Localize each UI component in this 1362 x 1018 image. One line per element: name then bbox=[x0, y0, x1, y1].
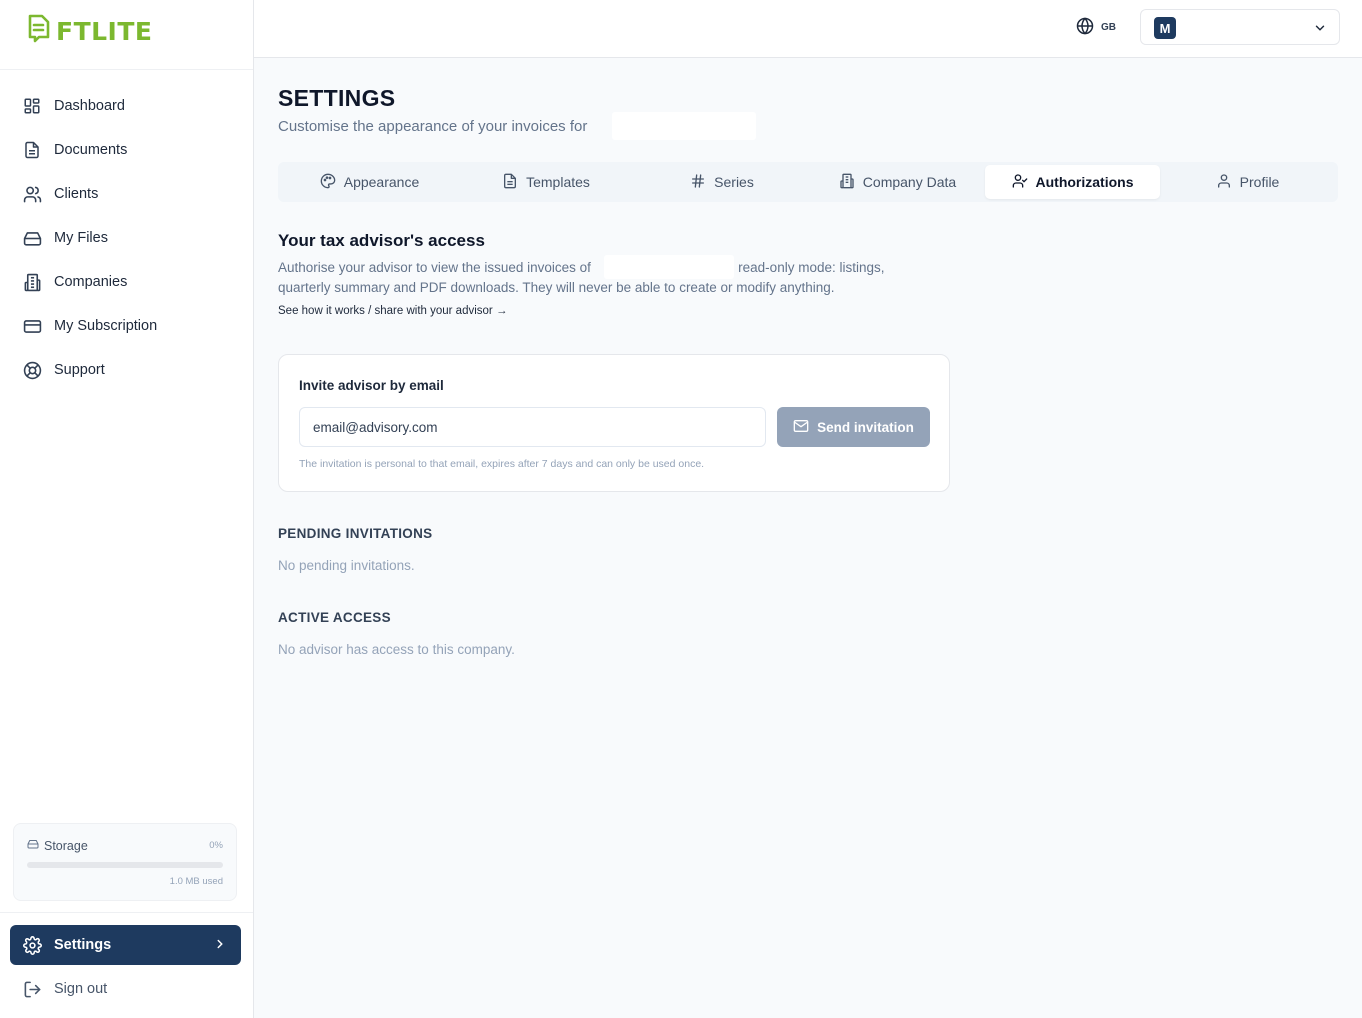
invite-help-text: The invitation is personal to that email… bbox=[299, 458, 705, 470]
hash-icon bbox=[690, 173, 706, 192]
sidebar-item-label: Companies bbox=[54, 274, 128, 290]
how-it-works-link[interactable]: See how it works / share with your advis… bbox=[278, 305, 507, 317]
description-part: Authorise your advisor to view the issue… bbox=[278, 260, 591, 275]
document-icon bbox=[22, 140, 42, 160]
tab-label: Templates bbox=[526, 174, 590, 190]
mail-icon bbox=[793, 418, 809, 437]
send-invitation-button[interactable]: Send invitation bbox=[777, 407, 930, 447]
tab-label: Authorizations bbox=[1035, 174, 1134, 190]
sidebar-item-my-subscription[interactable]: My Subscription bbox=[10, 304, 242, 348]
dashboard-grid-icon bbox=[22, 96, 42, 116]
sidebar-item-label: Clients bbox=[54, 186, 99, 202]
sidebar-item-documents[interactable]: Documents bbox=[10, 128, 242, 172]
drive-icon bbox=[22, 228, 42, 248]
sidebar-item-clients[interactable]: Clients bbox=[10, 172, 242, 216]
tab-label: Appearance bbox=[343, 174, 420, 190]
drive-icon bbox=[27, 838, 39, 853]
gear-icon bbox=[22, 935, 42, 955]
logo[interactable]: FTLITE bbox=[26, 14, 153, 48]
page-title: SETTINGS bbox=[278, 85, 396, 111]
send-invitation-label: Send invitation bbox=[817, 419, 914, 435]
invite-card: Invite advisor by email Send invitation … bbox=[278, 354, 950, 492]
tab-appearance[interactable]: Appearance bbox=[281, 165, 458, 199]
sidebar-item-label: My Subscription bbox=[54, 318, 158, 334]
divider bbox=[0, 912, 253, 913]
chevron-right-icon bbox=[213, 937, 227, 955]
invite-label: Invite advisor by email bbox=[299, 378, 444, 393]
active-access-empty: No advisor has access to this company. bbox=[278, 642, 515, 657]
description-part: in read-only mode: listings, bbox=[723, 260, 885, 275]
section-description-line1: Authorise your advisor to view the issue… bbox=[278, 260, 884, 275]
language-code: GB bbox=[1101, 22, 1116, 33]
storage-label: Storage bbox=[44, 838, 88, 853]
redacted-company-name bbox=[604, 255, 734, 279]
storage-used: 1.0 MB used bbox=[169, 876, 223, 887]
top-bar: GB M bbox=[254, 0, 1362, 58]
chevron-down-icon bbox=[1313, 21, 1327, 40]
sidebar-item-label: Support bbox=[54, 362, 105, 378]
sign-out-button[interactable]: Sign out bbox=[10, 969, 241, 1009]
tab-series[interactable]: Series bbox=[634, 165, 810, 199]
section-title: Your tax advisor's access bbox=[278, 231, 485, 250]
tab-authorizations[interactable]: Authorizations bbox=[985, 165, 1160, 199]
sidebar-item-label: Dashboard bbox=[54, 98, 125, 114]
settings-label: Settings bbox=[54, 937, 112, 953]
tab-label: Profile bbox=[1239, 174, 1280, 190]
section-description-line2: quarterly summary and PDF downloads. The… bbox=[278, 280, 835, 295]
storage-progress-bar bbox=[27, 862, 223, 868]
building-icon bbox=[839, 173, 855, 192]
storage-widget: Storage 0% 1.0 MB used bbox=[13, 823, 237, 901]
credit-card-icon bbox=[22, 316, 42, 336]
tab-templates[interactable]: Templates bbox=[458, 165, 634, 199]
user-check-icon bbox=[1012, 173, 1028, 192]
globe-icon bbox=[1076, 17, 1094, 38]
advisor-email-input[interactable] bbox=[299, 407, 766, 447]
sidebar-item-companies[interactable]: Companies bbox=[10, 260, 242, 304]
file-text-icon bbox=[502, 173, 518, 192]
storage-percent: 0% bbox=[209, 840, 223, 851]
sidebar-item-label: My Files bbox=[54, 230, 108, 246]
avatar: M bbox=[1154, 17, 1176, 39]
redacted-company-name bbox=[612, 112, 756, 140]
active-access-title: ACTIVE ACCESS bbox=[278, 610, 391, 625]
pending-invitations-empty: No pending invitations. bbox=[278, 558, 415, 573]
users-icon bbox=[22, 184, 42, 204]
logo-text: FTLITE bbox=[56, 16, 153, 46]
palette-icon bbox=[320, 173, 336, 192]
sidebar-item-support[interactable]: Support bbox=[10, 348, 242, 392]
tab-label: Series bbox=[714, 174, 754, 190]
sidebar-item-label: Documents bbox=[54, 142, 128, 158]
sidebar-item-settings[interactable]: Settings bbox=[10, 925, 241, 965]
building-icon bbox=[22, 272, 42, 292]
lifebuoy-icon bbox=[22, 360, 42, 380]
tab-profile[interactable]: Profile bbox=[1160, 165, 1335, 199]
tab-company-data[interactable]: Company Data bbox=[810, 165, 985, 199]
sidebar-item-my-files[interactable]: My Files bbox=[10, 216, 242, 260]
invoice-logo-icon bbox=[26, 13, 52, 50]
tab-label: Company Data bbox=[862, 174, 957, 190]
sidebar-nav: Dashboard Documents Clients My Files Com… bbox=[10, 84, 242, 392]
account-selector[interactable]: M bbox=[1140, 9, 1340, 45]
sidebar-item-dashboard[interactable]: Dashboard bbox=[10, 84, 242, 128]
user-icon bbox=[1216, 173, 1232, 192]
language-selector[interactable]: GB bbox=[1076, 17, 1116, 38]
sign-out-label: Sign out bbox=[54, 981, 108, 997]
sidebar: FTLITE Dashboard Documents Clients My Fi… bbox=[0, 0, 254, 1018]
page-subtitle: Customise the appearance of your invoice… bbox=[278, 118, 588, 135]
settings-tabs: Appearance Templates Series Company Data… bbox=[278, 162, 1338, 202]
pending-invitations-title: PENDING INVITATIONS bbox=[278, 526, 433, 541]
divider bbox=[0, 69, 253, 70]
logout-icon bbox=[22, 979, 42, 999]
